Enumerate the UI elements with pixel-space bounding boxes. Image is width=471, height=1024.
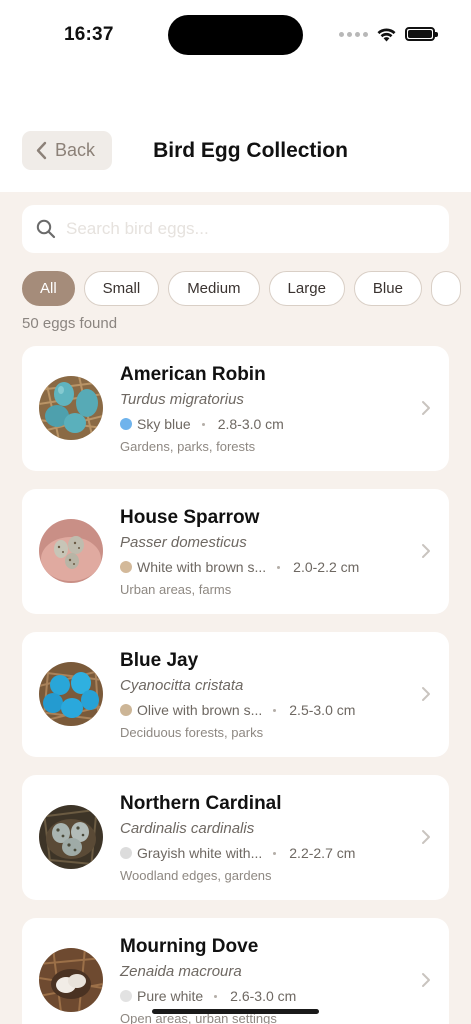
battery-icon xyxy=(405,27,438,41)
color-swatch xyxy=(120,561,132,573)
latin-name: Turdus migratorius xyxy=(120,391,244,408)
egg-card-northern-cardinal[interactable]: Northern Cardinal Cardinalis cardinalis … xyxy=(22,775,449,900)
egg-photo xyxy=(39,948,103,1012)
egg-size: 2.2-2.7 cm xyxy=(289,845,356,861)
filter-chip-medium[interactable]: Medium xyxy=(168,271,260,306)
habitat: Woodland edges, gardens xyxy=(120,868,272,883)
egg-color: Grayish white with... xyxy=(137,845,263,861)
color-swatch xyxy=(120,704,132,716)
chevron-right-icon xyxy=(422,973,430,987)
egg-meta: Sky blue 2.8-3.0 cm xyxy=(120,416,284,432)
egg-size: 2.8-3.0 cm xyxy=(217,416,284,432)
egg-meta: Pure white 2.6-3.0 cm xyxy=(120,988,296,1004)
bird-name: House Sparrow xyxy=(120,507,260,528)
egg-meta: White with brown s... 2.0-2.2 cm xyxy=(120,559,359,575)
chevron-right-icon xyxy=(422,401,430,415)
egg-size: 2.6-3.0 cm xyxy=(230,988,297,1004)
status-indicators xyxy=(339,26,438,42)
color-swatch xyxy=(120,418,132,430)
egg-list: American Robin Turdus migratorius Sky bl… xyxy=(22,346,449,1024)
egg-color: White with brown s... xyxy=(137,559,267,575)
filter-chips: All Small Medium Large Blue xyxy=(22,271,471,307)
latin-name: Passer domesticus xyxy=(120,534,247,551)
screen: 16:37 Back Bird Egg Collection All xyxy=(0,0,471,1024)
filter-chip-large[interactable]: Large xyxy=(268,271,345,306)
chevron-right-icon xyxy=(422,687,430,701)
search-input[interactable] xyxy=(66,219,406,239)
egg-color: Pure white xyxy=(137,988,204,1004)
egg-meta: Grayish white with... 2.2-2.7 cm xyxy=(120,845,355,861)
top-bar: 16:37 Back Bird Egg Collection xyxy=(0,0,471,192)
filter-chip-small[interactable]: Small xyxy=(83,271,160,306)
egg-meta: Olive with brown s... 2.5-3.0 cm xyxy=(120,702,355,718)
egg-color: Sky blue xyxy=(137,416,191,432)
egg-photo xyxy=(39,376,103,440)
status-time: 16:37 xyxy=(64,24,114,45)
latin-name: Cyanocitta cristata xyxy=(120,677,244,694)
egg-size: 2.0-2.2 cm xyxy=(293,559,360,575)
search-icon xyxy=(36,219,56,239)
egg-card-american-robin[interactable]: American Robin Turdus migratorius Sky bl… xyxy=(22,346,449,471)
bird-name: American Robin xyxy=(120,364,266,385)
page-title: Bird Egg Collection xyxy=(153,139,348,162)
home-indicator xyxy=(152,1009,319,1014)
color-swatch xyxy=(120,990,132,1002)
egg-photo xyxy=(39,662,103,726)
chevron-right-icon xyxy=(422,544,430,558)
egg-card-house-sparrow[interactable]: House Sparrow Passer domesticus White wi… xyxy=(22,489,449,614)
habitat: Urban areas, farms xyxy=(120,582,232,597)
filter-chip-all[interactable]: All xyxy=(22,271,75,306)
filter-chip-more[interactable] xyxy=(430,271,461,306)
egg-photo xyxy=(39,519,103,583)
bird-name: Northern Cardinal xyxy=(120,793,282,814)
results-count: 50 eggs found xyxy=(22,315,118,332)
habitat: Gardens, parks, forests xyxy=(120,439,256,454)
color-swatch xyxy=(120,847,132,859)
filter-chip-blue[interactable]: Blue xyxy=(353,271,422,306)
wifi-icon xyxy=(377,28,396,42)
egg-card-blue-jay[interactable]: Blue Jay Cyanocitta cristata Olive with … xyxy=(22,632,449,757)
search-bar[interactable] xyxy=(22,205,449,253)
egg-size: 2.5-3.0 cm xyxy=(289,702,356,718)
bird-name: Blue Jay xyxy=(120,650,199,671)
egg-photo xyxy=(39,805,103,869)
egg-color: Olive with brown s... xyxy=(137,702,263,718)
latin-name: Zenaida macroura xyxy=(120,963,242,980)
cellular-signal-icon xyxy=(339,31,368,37)
latin-name: Cardinalis cardinalis xyxy=(120,820,255,837)
habitat: Deciduous forests, parks xyxy=(120,725,264,740)
bird-name: Mourning Dove xyxy=(120,936,259,957)
dynamic-island xyxy=(168,15,303,55)
chevron-right-icon xyxy=(422,830,430,844)
